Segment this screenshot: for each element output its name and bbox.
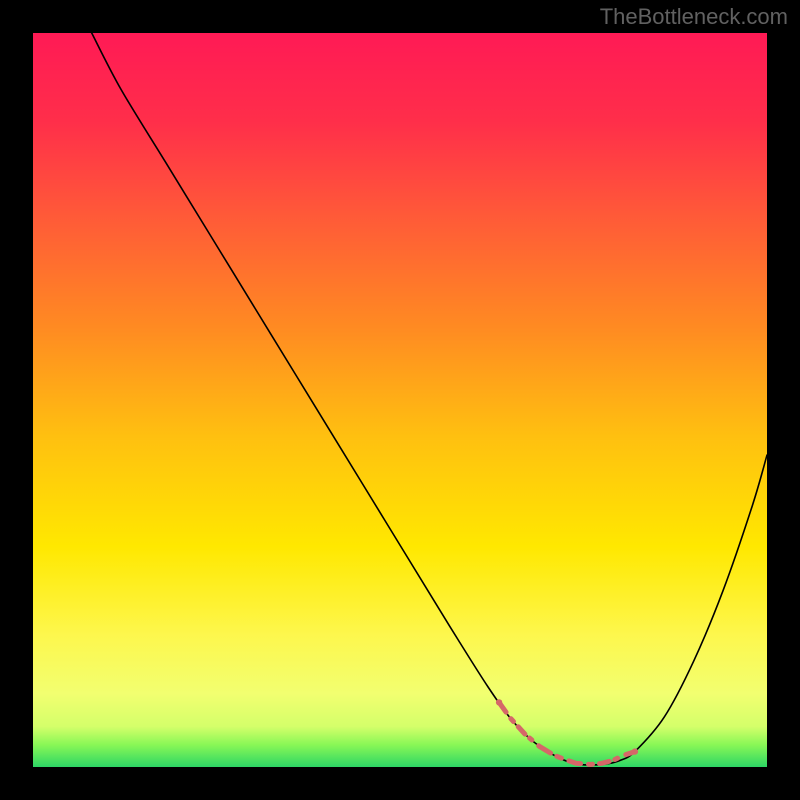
curve-layer: [33, 33, 767, 767]
watermark-text: TheBottleneck.com: [600, 4, 788, 30]
optimal-zone-curve: [499, 702, 635, 764]
bottleneck-curve: [92, 33, 767, 765]
plot-area: [33, 33, 767, 767]
optimal-zone-endpoint: [632, 748, 638, 754]
optimal-zone-endpoint: [496, 699, 502, 705]
